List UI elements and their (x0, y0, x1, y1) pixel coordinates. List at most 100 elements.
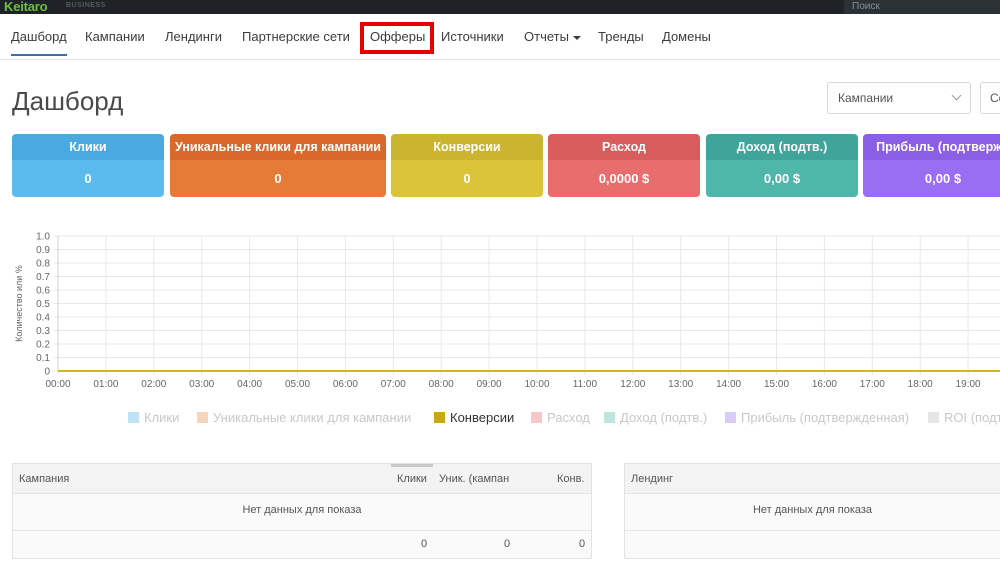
metric-card-value: 0 (12, 160, 164, 197)
col-unique[interactable]: Уник. (кампан (439, 464, 509, 494)
x-tick-label: 15:00 (764, 379, 789, 390)
metric-card: Клики 0 (12, 134, 164, 197)
metric-card-label: Уникальные клики для кампании (170, 134, 386, 160)
nav-reports-label: Отчеты (524, 29, 569, 44)
metric-card-label: Прибыль (подтвержд (863, 134, 1000, 160)
empty-message: Нет данных для показа (752, 504, 873, 516)
x-tick-label: 13:00 (668, 379, 693, 390)
legend-item[interactable]: Клики (128, 410, 179, 425)
y-tick-label: 0.3 (36, 326, 50, 337)
campaign-filter-value: Кампании (838, 91, 894, 105)
total-clicks: 0 (421, 538, 428, 550)
metric-card: Прибыль (подтвержд 0,00 $ (863, 134, 1000, 197)
main-nav: Дашборд Кампании Лендинги Партнерские се… (0, 14, 1000, 60)
table-header (625, 464, 1000, 494)
nav-campaigns[interactable]: Кампании (85, 29, 145, 44)
nav-sources[interactable]: Источники (441, 29, 504, 44)
metric-card: Расход 0,0000 $ (548, 134, 700, 197)
empty-message: Нет данных для показа (242, 504, 362, 516)
x-tick-label: 09:00 (477, 379, 502, 390)
col-conv[interactable]: Конв. (557, 464, 585, 494)
search-input[interactable]: Поиск (844, 0, 1000, 14)
x-tick-label: 02:00 (141, 379, 166, 390)
legend-item[interactable]: Прибыль (подтвержденная) (725, 410, 909, 425)
x-tick-label: 01:00 (93, 379, 118, 390)
y-tick-label: 0.9 (36, 245, 50, 256)
legend-label: Уникальные клики для кампании (213, 410, 412, 425)
y-tick-label: 0 (44, 367, 50, 378)
total-unique: 0 (504, 538, 511, 550)
chart-svg: 0 0.1 0.2 0.3 0.4 0.5 0.6 0.7 0.8 0.9 1.0 00:00 01:0… (14, 232, 1000, 390)
x-tick-label: 14:00 (716, 379, 741, 390)
metric-card-label: Конверсии (391, 134, 543, 160)
legend-label: Конверсии (450, 410, 515, 425)
legend-swatch (434, 412, 445, 423)
legend-item[interactable]: Расход (531, 410, 590, 425)
x-tick-label: 18:00 (908, 379, 933, 390)
legend-label: ROI (подт (944, 410, 1000, 425)
legend-item[interactable]: Доход (подтв.) (604, 410, 707, 425)
x-tick-label: 00:00 (45, 379, 70, 390)
x-tick-label: 06:00 (333, 379, 358, 390)
x-tick-label: 04:00 (237, 379, 262, 390)
nav-trends[interactable]: Тренды (598, 29, 644, 44)
legend-item[interactable]: Уникальные клики для кампании (197, 410, 411, 425)
legend-item[interactable]: ROI (подт (928, 410, 1000, 425)
metric-card: Доход (подтв.) 0,00 $ (706, 134, 858, 197)
legend-swatch (531, 412, 542, 423)
x-tick-label: 05:00 (285, 379, 310, 390)
totals-row (625, 530, 1000, 560)
legend-item[interactable]: Конверсии (434, 410, 514, 425)
metric-card-value: 0,00 $ (863, 160, 1000, 197)
metric-card-label: Расход (548, 134, 700, 160)
legend-label: Прибыль (подтвержденная) (741, 410, 910, 425)
metric-card-value: 0,00 $ (706, 160, 858, 197)
nav-domains[interactable]: Домены (662, 29, 711, 44)
page-title: Дашборд (12, 86, 124, 116)
y-axis-label: Количество или % (14, 265, 24, 342)
campaign-filter-select[interactable]: Кампании (827, 82, 971, 114)
legend-label: Доход (подтв.) (620, 410, 708, 425)
x-tick-label: 19:00 (956, 379, 981, 390)
x-tick-label: 11:00 (573, 379, 598, 390)
app-logo[interactable]: Keitaro (4, 0, 48, 14)
caret-down-icon (572, 35, 581, 40)
col-clicks[interactable]: Клики (397, 464, 427, 494)
top-bar: Keitaro BUSINESS Поиск (0, 0, 1000, 14)
y-tick-label: 0.5 (36, 299, 50, 310)
y-tick-label: 0.1 (36, 353, 50, 364)
y-tick-label: 0.6 (36, 286, 50, 297)
nav-dashboard[interactable]: Дашборд (11, 29, 67, 56)
x-tick-label: 07:00 (381, 379, 406, 390)
app-edition: BUSINESS (66, 2, 106, 9)
nav-reports[interactable]: Отчеты (524, 29, 581, 44)
col-landing[interactable]: Лендинг (631, 464, 673, 494)
highlight-box (360, 22, 434, 54)
legend-label: Клики (144, 410, 180, 425)
x-tick-label: 17:00 (860, 379, 885, 390)
x-tick-label: 10:00 (524, 379, 549, 390)
legend-swatch (128, 412, 139, 423)
chevron-down-icon (951, 90, 962, 101)
metric-card-label: Доход (подтв.) (706, 134, 858, 160)
chart-legend: Клики Уникальные клики для кампании Конвер… (0, 410, 1000, 430)
y-tick-label: 1.0 (36, 232, 50, 243)
total-conv: 0 (579, 538, 586, 550)
legend-swatch (928, 412, 939, 423)
secondary-select[interactable]: Се (980, 82, 1000, 114)
campaigns-table: Кампания Клики Уник. (кампан Конв. Нет д… (12, 463, 592, 559)
metric-card-value: 0 (170, 160, 386, 197)
x-tick-label: 08:00 (429, 379, 454, 390)
landings-table: Лендинг Нет данных для показа (624, 463, 1000, 559)
nav-affiliate-networks[interactable]: Партнерские сети (242, 29, 350, 44)
metric-card-label: Клики (12, 134, 164, 160)
x-tick-label: 03:00 (189, 379, 214, 390)
metric-card: Уникальные клики для кампании 0 (170, 134, 386, 197)
y-tick-label: 0.7 (36, 272, 50, 283)
nav-landings[interactable]: Лендинги (165, 29, 222, 44)
chart: 0 0.1 0.2 0.3 0.4 0.5 0.6 0.7 0.8 0.9 1.0 00:00 01:0… (0, 225, 1000, 395)
legend-swatch (197, 412, 208, 423)
col-campaign[interactable]: Кампания (19, 464, 69, 494)
metric-card: Конверсии 0 (391, 134, 543, 197)
x-tick-label: 12:00 (620, 379, 645, 390)
